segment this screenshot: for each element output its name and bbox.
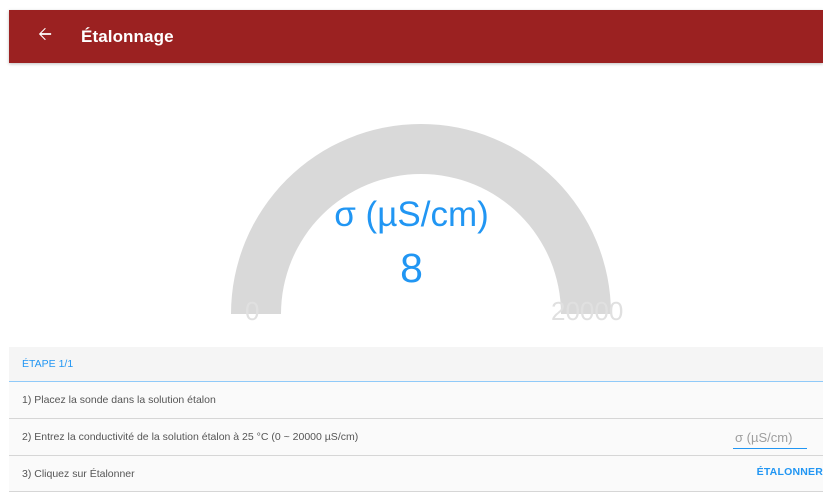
gauge-value: 8	[400, 245, 423, 291]
app-bar: Étalonnage	[9, 10, 823, 63]
step-3-row: 3) Cliquez sur Étalonner ÉTALONNER	[9, 456, 823, 492]
step-2-text: 2) Entrez la conductivité de la solution…	[22, 431, 359, 443]
back-button[interactable]	[23, 15, 67, 59]
conductivity-gauge: σ (µS/cm) 8 0 20000	[0, 63, 823, 340]
step-3-text: 3) Cliquez sur Étalonner	[22, 467, 135, 480]
step-header: ÉTAPE 1/1	[9, 347, 823, 382]
step-1-row: 1) Placez la sonde dans la solution étal…	[9, 382, 823, 419]
step-1-text: 1) Placez la sonde dans la solution étal…	[22, 394, 216, 406]
page-title: Étalonnage	[81, 26, 174, 46]
calibrate-button[interactable]: ÉTALONNER	[757, 466, 823, 478]
conductivity-input[interactable]	[733, 428, 807, 449]
gauge-min-label: 0	[245, 296, 260, 326]
calibration-steps: ÉTAPE 1/1 1) Placez la sonde dans la sol…	[9, 347, 823, 492]
arrow-left-icon	[38, 27, 52, 46]
gauge-unit-label: σ (µS/cm)	[334, 195, 489, 234]
step-2-row: 2) Entrez la conductivité de la solution…	[9, 419, 823, 456]
gauge-max-label: 20000	[551, 296, 624, 326]
